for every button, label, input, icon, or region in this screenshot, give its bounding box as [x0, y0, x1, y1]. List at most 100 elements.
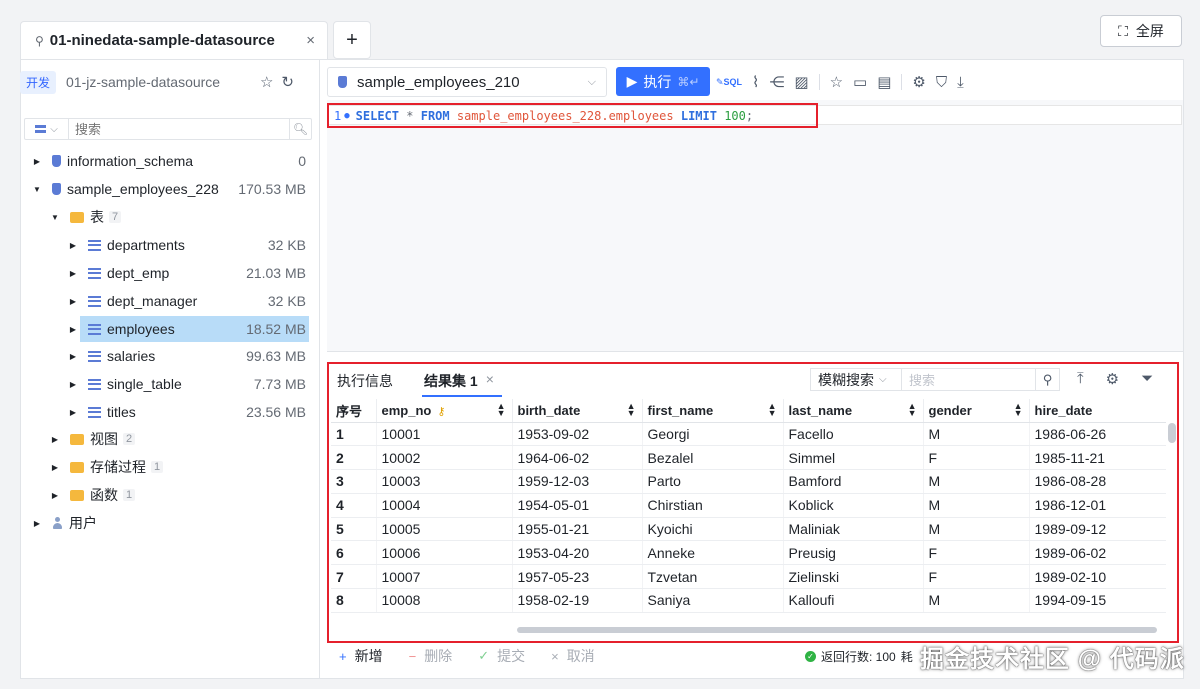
tree-item-departments[interactable]: ▶ departments 32 KB: [68, 232, 306, 258]
sql-format-icon[interactable]: ✎SQL: [716, 77, 742, 88]
table-cell[interactable]: Simmel: [783, 445, 924, 471]
table-cell[interactable]: 10006: [376, 540, 513, 566]
close-icon[interactable]: ×: [306, 32, 315, 49]
search-icon[interactable]: 🔍︎: [289, 119, 311, 139]
table-cell[interactable]: Parto: [642, 469, 784, 494]
gear-icon[interactable]: ⚙: [912, 73, 925, 91]
table-cell[interactable]: 3: [331, 469, 377, 494]
column-header-hire-date[interactable]: hire_date▲▼: [1029, 399, 1166, 423]
table-cell[interactable]: 2: [331, 445, 377, 471]
caret-down-icon[interactable]: ▼: [32, 185, 42, 194]
table-row[interactable]: 2 10002 1964-06-02 Bezalel Simmel F 1985-11-21: [331, 445, 1166, 471]
table-cell[interactable]: 1986-06-26: [1029, 422, 1166, 447]
tree-item-single-table[interactable]: ▶ single_table 7.73 MB: [68, 371, 306, 397]
table-cell[interactable]: 1957-05-23: [512, 564, 643, 590]
table-cell[interactable]: 1989-02-10: [1029, 564, 1166, 590]
table-cell[interactable]: F: [923, 540, 1030, 566]
column-header-emp-no[interactable]: emp_no ⚷ ▲ ▼: [376, 399, 513, 423]
column-header-gender[interactable]: gender ▲ ▼: [923, 399, 1030, 423]
sort-icon[interactable]: ▲ ▼: [497, 402, 506, 418]
table-cell[interactable]: Bezalel: [642, 445, 784, 471]
table-cell[interactable]: 1986-12-01: [1029, 493, 1166, 518]
result-grid[interactable]: 序号 emp_no ⚷ ▲ ▼ birth_date ▲ ▼ first_name ▲ ▼ l…: [331, 399, 1166, 623]
fullscreen-button[interactable]: ⛶ 全屏: [1100, 15, 1182, 47]
column-header-seq[interactable]: 序号: [331, 399, 377, 423]
table-cell[interactable]: 6: [331, 540, 377, 566]
caret-right-icon[interactable]: ▶: [50, 435, 60, 444]
sort-icon[interactable]: ▲ ▼: [627, 402, 636, 418]
table-cell[interactable]: Koblick: [783, 493, 924, 518]
caret-right-icon[interactable]: ▶: [50, 491, 60, 500]
tree-item-salaries[interactable]: ▶ salaries 99.63 MB: [68, 343, 306, 369]
table-cell[interactable]: Tzvetan: [642, 564, 784, 590]
tab-datasource[interactable]: ⚲ 01-ninedata-sample-datasource ×: [20, 21, 328, 59]
folder-icon[interactable]: ▭: [853, 73, 867, 91]
table-cell[interactable]: 1: [331, 422, 377, 447]
tree-item-tables[interactable]: ▼ 表 7: [50, 204, 306, 230]
database-select[interactable]: sample_employees_210 ⌵: [327, 67, 607, 97]
tree-item-procedures[interactable]: ▶ 存储过程 1: [50, 454, 306, 480]
caret-right-icon[interactable]: ▶: [32, 157, 42, 166]
caret-right-icon[interactable]: ▶: [68, 408, 78, 417]
table-cell[interactable]: 7: [331, 564, 377, 590]
delete-row-button[interactable]: − 删除: [409, 646, 453, 666]
shield-icon[interactable]: ⛉: [936, 74, 947, 91]
caret-right-icon[interactable]: ▶: [50, 463, 60, 472]
sort-icon[interactable]: ▲ ▼: [768, 402, 777, 418]
gear-icon[interactable]: ⚙: [1106, 370, 1119, 388]
table-cell[interactable]: F: [923, 564, 1030, 590]
caret-right-icon[interactable]: ▶: [68, 325, 78, 334]
table-cell[interactable]: 1954-05-01: [512, 493, 643, 518]
plan-icon[interactable]: ⋲: [769, 73, 784, 91]
table-cell[interactable]: Preusig: [783, 540, 924, 566]
sort-icon[interactable]: ▲ ▼: [1014, 402, 1023, 418]
collapse-icon[interactable]: ⏷: [1141, 370, 1153, 388]
table-cell[interactable]: Zielinski: [783, 564, 924, 590]
table-cell[interactable]: 1953-09-02: [512, 422, 643, 447]
table-cell[interactable]: Chirstian: [642, 493, 784, 518]
table-cell[interactable]: 1958-02-19: [512, 588, 643, 613]
table-cell[interactable]: M: [923, 588, 1030, 613]
table-cell[interactable]: Kalloufi: [783, 588, 924, 613]
tab-execution-info[interactable]: 执行信息: [337, 371, 393, 391]
sql-editor[interactable]: [327, 100, 1183, 352]
tree-item-titles[interactable]: ▶ titles 23.56 MB: [68, 399, 306, 425]
table-cell[interactable]: 1959-12-03: [512, 469, 643, 494]
table-cell[interactable]: M: [923, 517, 1030, 542]
tree-item-views[interactable]: ▶ 视图 2: [50, 426, 306, 452]
table-cell[interactable]: Bamford: [783, 469, 924, 494]
run-button[interactable]: ▶ 执行 ⌘↵: [616, 67, 710, 96]
tree-item-functions[interactable]: ▶ 函数 1: [50, 482, 306, 508]
table-row[interactable]: 1 10001 1953-09-02 Georgi Facello M 1986-06-26: [331, 422, 1166, 447]
export-icon[interactable]: ⤒: [1077, 370, 1084, 388]
table-cell[interactable]: F: [923, 445, 1030, 471]
tree-search-input[interactable]: [69, 121, 289, 137]
table-cell[interactable]: Maliniak: [783, 517, 924, 542]
table-cell[interactable]: 5: [331, 517, 377, 542]
column-header-birth-date[interactable]: birth_date ▲ ▼: [512, 399, 643, 423]
horizontal-scrollbar[interactable]: [517, 627, 1157, 633]
table-row[interactable]: 5 10005 1955-01-21 Kyoichi Maliniak M 1989-09-…: [331, 517, 1166, 542]
table-row[interactable]: 8 10008 1958-02-19 Saniya Kalloufi M 1994-09-1…: [331, 588, 1166, 613]
table-cell[interactable]: 10005: [376, 517, 513, 542]
add-row-button[interactable]: + 新增: [339, 646, 383, 666]
table-cell[interactable]: 10004: [376, 493, 513, 518]
vertical-scrollbar[interactable]: [1168, 423, 1176, 443]
tree-item-dept-emp[interactable]: ▶ dept_emp 21.03 MB: [68, 260, 306, 286]
table-cell[interactable]: 1964-06-02: [512, 445, 643, 471]
table-cell[interactable]: 4: [331, 493, 377, 518]
cancel-button[interactable]: × 取消: [551, 646, 595, 666]
brush-icon[interactable]: ⌇: [752, 73, 759, 91]
table-row[interactable]: 3 10003 1959-12-03 Parto Bamford M 1986-08-28: [331, 469, 1166, 494]
search-icon[interactable]: ⚲: [1035, 369, 1059, 390]
table-cell[interactable]: 1955-01-21: [512, 517, 643, 542]
table-cell[interactable]: Anneke: [642, 540, 784, 566]
table-cell[interactable]: Kyoichi: [642, 517, 784, 542]
column-header-first-name[interactable]: first_name ▲ ▼: [642, 399, 784, 423]
table-cell[interactable]: 10001: [376, 422, 513, 447]
caret-right-icon[interactable]: ▶: [32, 519, 42, 528]
table-row[interactable]: 6 10006 1953-04-20 Anneke Preusig F 1989-06-02: [331, 540, 1166, 566]
refresh-icon[interactable]: ↻: [281, 73, 294, 91]
table-cell[interactable]: M: [923, 469, 1030, 494]
tree-item-users[interactable]: ▶ 用户: [32, 510, 306, 536]
